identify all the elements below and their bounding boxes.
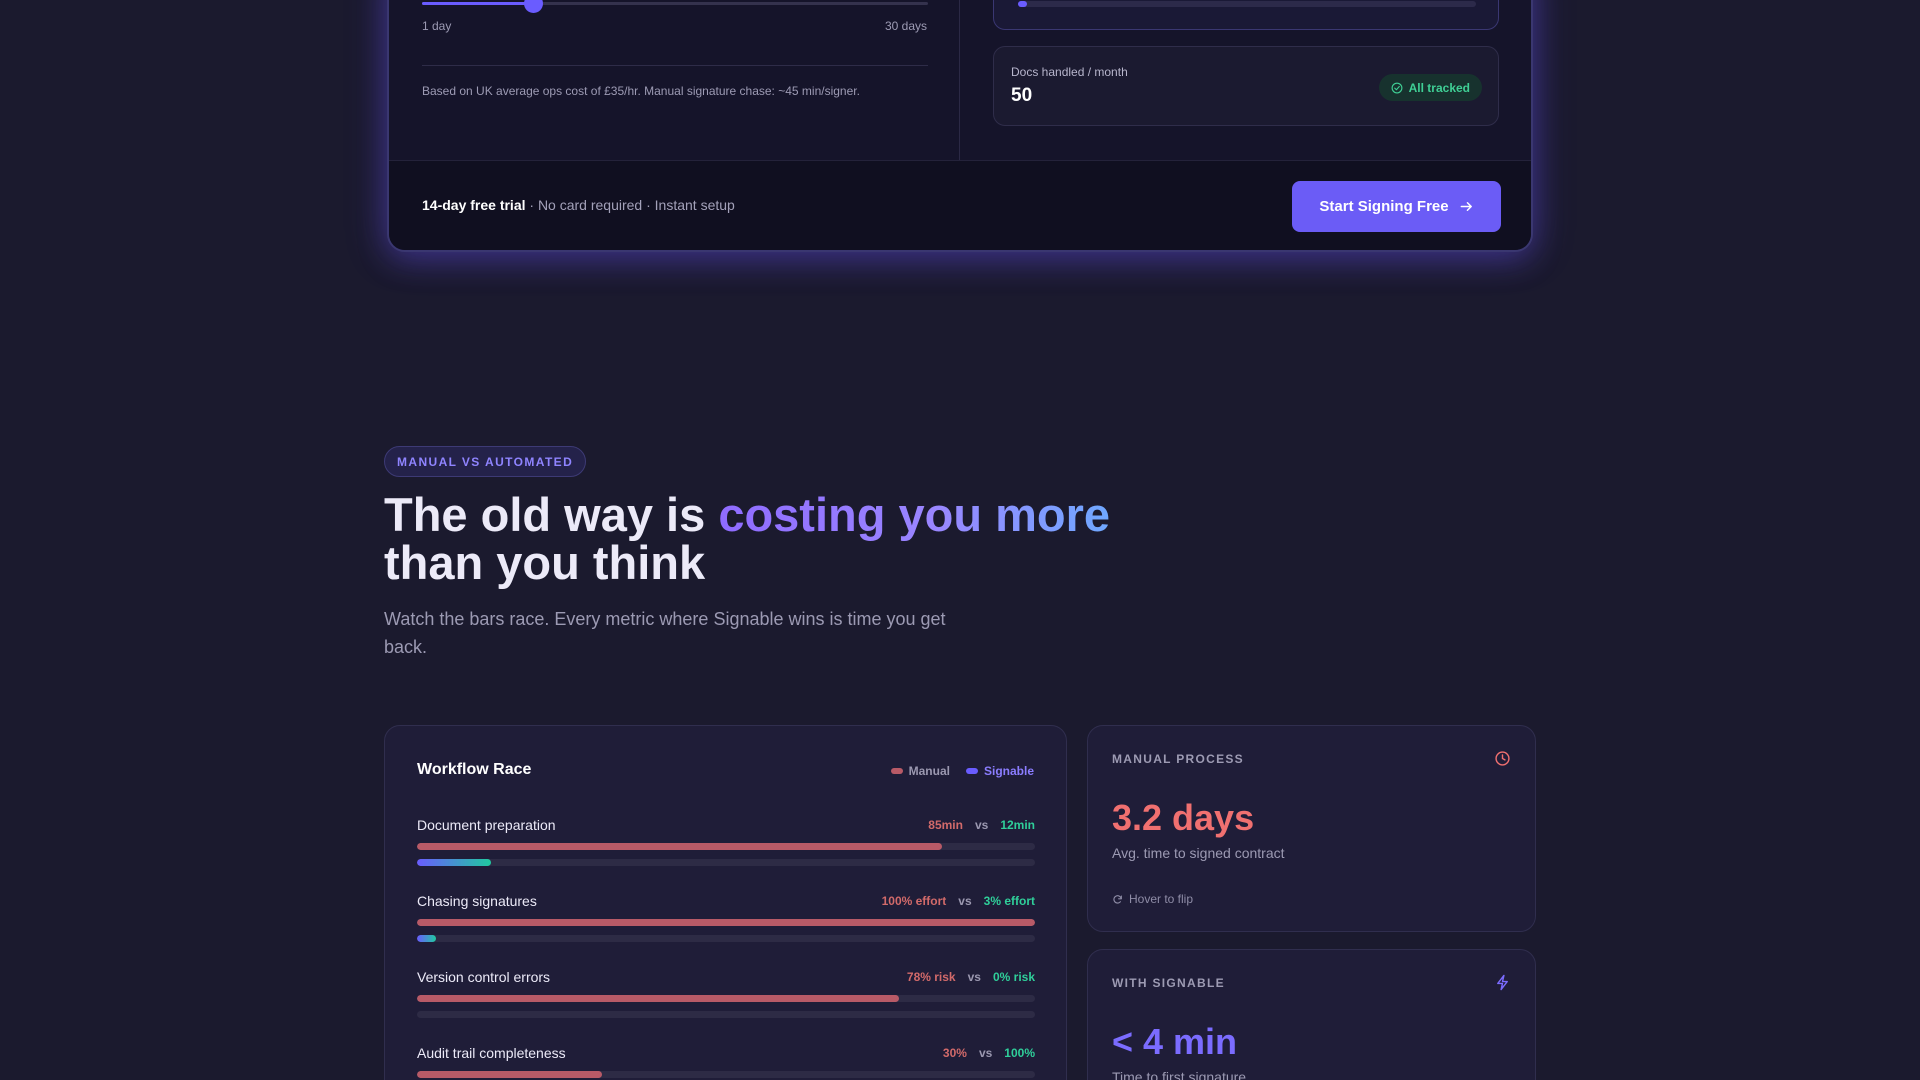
- workflow-race-card: Workflow Race Manual Signable Document p…: [384, 725, 1067, 1080]
- trial-highlight: 14-day free trial: [422, 197, 526, 213]
- legend-manual-swatch: [890, 768, 903, 774]
- signable-bar-track: [417, 859, 1035, 866]
- signable-value: 0% risk: [992, 970, 1035, 984]
- signable-value: 100%: [1004, 1046, 1035, 1060]
- manual-value: 30%: [942, 1046, 967, 1060]
- race-metric-row: Audit trail completeness 30% vs 100%: [417, 1045, 1035, 1080]
- race-legend: Manual Signable: [890, 764, 1034, 778]
- headline-highlight: costing you more: [718, 488, 1111, 541]
- docs-handled-label: Docs handled / month: [1011, 65, 1128, 79]
- signable-value: 3% effort: [983, 894, 1035, 908]
- race-title: Workflow Race: [417, 761, 532, 778]
- signable-value: 12min: [1000, 818, 1035, 832]
- manual-process-value: 3.2 days: [1112, 797, 1255, 838]
- race-metric-row: Version control errors 78% risk vs 0% ri…: [417, 969, 1035, 1029]
- result-card: [993, 0, 1499, 30]
- turnaround-slider[interactable]: [422, 0, 928, 13]
- check-circle-icon: [1391, 82, 1403, 93]
- calculation-note: Based on UK average ops cost of £35/hr. …: [422, 84, 860, 98]
- metric-label: Chasing signatures: [417, 893, 537, 909]
- docs-handled-card: Docs handled / month 50 All tracked: [993, 46, 1499, 126]
- trial-info: 14-day free trial · No card required · I…: [422, 197, 735, 213]
- legend-signable: Signable: [965, 764, 1034, 778]
- cta-label: Start Signing Free: [1319, 198, 1449, 215]
- result-bar-track: [1018, 1, 1476, 7]
- result-bar-fill: [1018, 1, 1028, 7]
- docs-handled-value: 50: [1011, 85, 1033, 106]
- signable-bar: [417, 935, 436, 942]
- trial-details: · No card required · Instant setup: [525, 197, 735, 213]
- section-headline: The old way is costing you more than you…: [384, 491, 1284, 587]
- all-tracked-badge: All tracked: [1378, 74, 1482, 101]
- arrow-right-icon: [1460, 202, 1472, 211]
- calculator-results: Docs handled / month 50 All tracked: [960, 0, 1531, 160]
- race-metric-row: Document preparation 85min vs 12min: [417, 817, 1035, 877]
- headline-end: than you think: [384, 536, 706, 589]
- with-signable-caption: Time to first signature: [1112, 1069, 1247, 1080]
- manual-bar: [417, 919, 1035, 926]
- signable-bar: [417, 859, 492, 866]
- legend-manual-label: Manual: [908, 764, 950, 778]
- metric-label: Document preparation: [417, 817, 556, 833]
- vs-label: vs: [958, 894, 972, 908]
- manual-bar-track: [417, 919, 1035, 926]
- hover-to-flip-text: Hover to flip: [1129, 892, 1194, 906]
- vs-label: vs: [967, 970, 981, 984]
- manual-value: 78% risk: [906, 970, 956, 984]
- slider-min-label: 1 day: [422, 19, 452, 33]
- manual-bar-track: [417, 1071, 1035, 1078]
- refresh-icon: [1113, 894, 1122, 904]
- manual-bar: [417, 995, 900, 1002]
- metric-comparison: 85min vs 12min: [928, 818, 1035, 832]
- manual-process-flip-card[interactable]: MANUAL PROCESS 3.2 days Avg. time to sig…: [1087, 725, 1536, 932]
- metric-comparison: 100% effort vs 3% effort: [882, 894, 1035, 908]
- legend-signable-swatch: [965, 768, 978, 774]
- manual-bar: [417, 843, 943, 850]
- manual-value: 85min: [928, 818, 963, 832]
- with-signable-value: < 4 min: [1112, 1021, 1238, 1062]
- clock-icon: [1495, 751, 1510, 766]
- divider: [422, 65, 928, 66]
- page: 1 day 30 days Based on UK average ops co…: [0, 0, 1920, 1080]
- metric-label: Audit trail completeness: [417, 1045, 566, 1061]
- legend-manual: Manual: [890, 764, 950, 778]
- metric-comparison: 30% vs 100%: [943, 1046, 1035, 1060]
- manual-value: 100% effort: [881, 894, 947, 908]
- signable-bar-track: [417, 935, 1035, 942]
- with-signable-flip-card[interactable]: WITH SIGNABLE < 4 min Time to first sign…: [1087, 949, 1536, 1080]
- vs-label: vs: [974, 818, 989, 832]
- calculator-controls: 1 day 30 days Based on UK average ops co…: [389, 0, 960, 160]
- manual-process-eyebrow: MANUAL PROCESS: [1112, 752, 1244, 766]
- manual-bar-track: [417, 995, 1035, 1002]
- start-signing-free-button[interactable]: Start Signing Free: [1292, 181, 1501, 232]
- manual-bar-track: [417, 843, 1035, 850]
- manual-bar: [417, 1071, 603, 1078]
- manual-process-caption: Avg. time to signed contract: [1112, 845, 1285, 861]
- signable-bar-track: [417, 1011, 1035, 1018]
- legend-signable-label: Signable: [983, 764, 1034, 778]
- with-signable-eyebrow: WITH SIGNABLE: [1112, 976, 1225, 990]
- metric-comparison: 78% risk vs 0% risk: [907, 970, 1035, 984]
- slider-fill: [422, 2, 534, 5]
- lightning-icon: [1497, 974, 1508, 991]
- all-tracked-text: All tracked: [1408, 80, 1470, 95]
- race-metric-row: Chasing signatures 100% effort vs 3% eff…: [417, 893, 1035, 953]
- vs-label: vs: [978, 1046, 993, 1060]
- section-eyebrow-badge: MANUAL VS AUTOMATED: [384, 446, 587, 477]
- calculator-footer: 14-day free trial · No card required · I…: [389, 160, 1531, 250]
- slider-max-label: 30 days: [884, 19, 927, 33]
- hover-to-flip-hint: Hover to flip: [1112, 892, 1193, 906]
- headline-start: The old way is: [384, 488, 719, 541]
- slider-thumb[interactable]: [524, 0, 544, 13]
- section-subhead: Watch the bars race. Every metric where …: [384, 609, 946, 657]
- savings-calculator-card: 1 day 30 days Based on UK average ops co…: [387, 0, 1533, 252]
- metric-label: Version control errors: [417, 969, 551, 985]
